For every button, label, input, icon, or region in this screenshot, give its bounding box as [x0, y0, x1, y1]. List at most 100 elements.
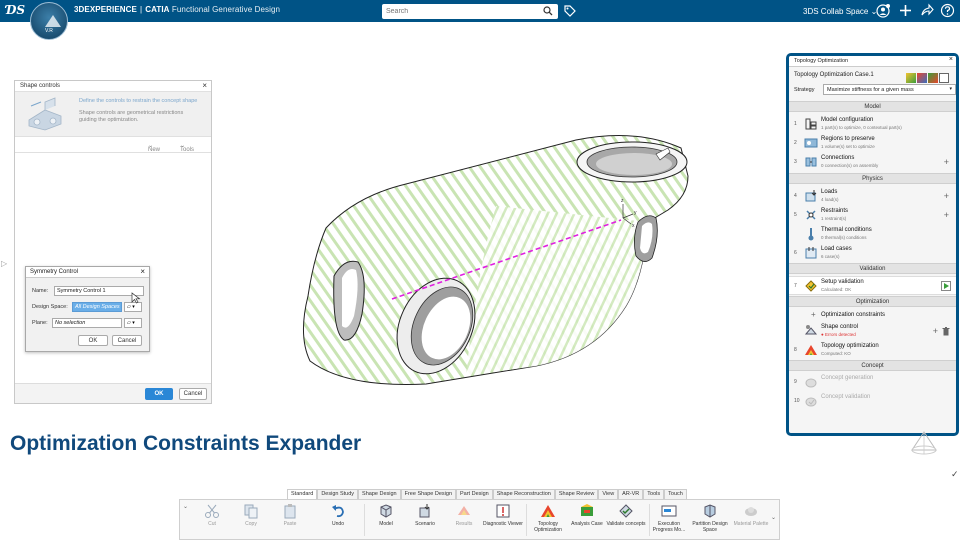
view-compass-icon[interactable]: [908, 428, 940, 460]
copy-button[interactable]: Copy: [231, 503, 271, 539]
add-icon[interactable]: [898, 3, 913, 18]
toolbar-more-icon[interactable]: ⌄: [771, 514, 776, 521]
results-button[interactable]: Results: [444, 503, 484, 539]
topology-optimization-button[interactable]: Topology Optimization: [528, 503, 568, 539]
concept-generation-icon: [805, 378, 817, 388]
tab-shape-reconstruction[interactable]: Shape Reconstruction: [492, 489, 555, 499]
case-action-icon[interactable]: [906, 73, 916, 83]
row-restraints[interactable]: 5 Restraints 1 restraint(s) +: [789, 206, 956, 225]
symmetry-title: Symmetry Control: [30, 269, 79, 275]
collab-space-selector[interactable]: 3DS Collab Space ⌄: [803, 7, 877, 16]
row-loads[interactable]: 4 Loads 4 load(s) +: [789, 187, 956, 206]
close-icon[interactable]: ×: [949, 56, 953, 63]
share-icon[interactable]: [919, 3, 934, 18]
validate-concepts-button[interactable]: Validate concepts: [606, 503, 646, 539]
plane-field[interactable]: No selection: [52, 318, 122, 328]
add-shape-control-icon[interactable]: +: [933, 326, 938, 336]
tools-menu[interactable]: Tools ⌄: [180, 142, 194, 153]
trash-icon[interactable]: [942, 327, 950, 336]
toolbar-tabs: Standard Design Study Shape Design Free Sha…: [287, 489, 687, 499]
scenario-icon: [419, 504, 430, 518]
model-button[interactable]: Model: [366, 503, 406, 539]
tab-tools[interactable]: Tools: [643, 489, 665, 499]
analysis-case-button[interactable]: Analysis Case: [567, 503, 607, 539]
tab-free-shape-design[interactable]: Free Shape Design: [400, 489, 456, 499]
tag-icon[interactable]: [563, 4, 577, 18]
user-icon[interactable]: [876, 3, 891, 18]
row-setup-validation[interactable]: 7 Setup validation Calculated: OK: [789, 276, 956, 295]
row-connections[interactable]: 3 Connections 0 connection(s) on assembl…: [789, 153, 956, 172]
cancel-button[interactable]: Cancel: [179, 388, 207, 400]
action-toolbar: ⌄ Cut Copy Paste Undo Model Scenario Res…: [179, 499, 780, 540]
material-palette-button[interactable]: Material Palette: [731, 503, 771, 539]
row-shape-control[interactable]: Shape control ● Errors detected +: [789, 322, 956, 341]
search-input[interactable]: [386, 5, 536, 18]
brand-name: 3DEXPERIENCE: [74, 5, 137, 14]
expand-left-icon[interactable]: ▷: [1, 259, 7, 268]
plane-selector[interactable]: ▱ ▾: [124, 318, 142, 328]
tab-part-design[interactable]: Part Design: [456, 489, 493, 499]
tab-ar-vr[interactable]: AR-VR: [618, 489, 644, 499]
add-connection-icon[interactable]: +: [944, 157, 949, 167]
symmetry-ok-button[interactable]: OK: [78, 335, 108, 346]
top-bar: ƊS 3DEXPERIENCE | CATIA Functional Generat…: [0, 0, 960, 22]
bracket-model-3d[interactable]: z y x: [296, 126, 700, 388]
search-icon[interactable]: [543, 6, 553, 16]
tab-touch[interactable]: Touch: [664, 489, 687, 499]
compass-icon[interactable]: V.R: [30, 2, 68, 40]
cut-button[interactable]: Cut: [192, 503, 232, 539]
design-space-field[interactable]: All Design Spaces: [72, 302, 122, 312]
plane-label: Plane:: [32, 320, 48, 326]
shape-controls-intro: Define the controls to restrain the conc…: [15, 92, 211, 137]
execution-progress-button[interactable]: Execution Progress Mo...: [649, 503, 689, 539]
partition-design-space-button[interactable]: Partition Design Space: [690, 503, 730, 539]
add-restraint-icon[interactable]: +: [944, 210, 949, 220]
row-topology-optimization[interactable]: 8 Topology optimization Computed: KO: [789, 341, 956, 360]
row-concept-validation[interactable]: 10 Concept validation: [789, 392, 956, 411]
shape-controls-footer: OK Cancel: [15, 383, 211, 403]
tab-shape-design[interactable]: Shape Design: [358, 489, 401, 499]
row-regions-to-preserve[interactable]: 2 Regions to preserve 1 volume(s) set to…: [789, 134, 956, 153]
strategy-select[interactable]: Maximize stiffness for a given mass ▾: [823, 84, 956, 95]
toolbar-collapse-icon[interactable]: ⌄: [183, 503, 188, 510]
loads-icon: [805, 190, 817, 202]
expand-plus-icon[interactable]: +: [811, 310, 816, 319]
tab-view[interactable]: View: [598, 489, 619, 499]
topology-tab[interactable]: Topology Optimization ×: [789, 56, 956, 67]
case-action-icon[interactable]: [917, 73, 927, 83]
help-icon[interactable]: [940, 3, 955, 18]
row-concept-generation[interactable]: 9 Concept generation: [789, 373, 956, 392]
setup-validation-icon: [805, 280, 817, 292]
close-icon[interactable]: ×: [202, 81, 207, 90]
close-icon[interactable]: ×: [140, 267, 145, 276]
module-name: Functional Generative Design: [171, 5, 281, 14]
app-name: CATIA: [145, 5, 170, 14]
row-load-cases[interactable]: 6 Load cases 6 case(s): [789, 244, 956, 263]
scenario-button[interactable]: Scenario: [405, 503, 445, 539]
undo-button[interactable]: Undo: [318, 503, 358, 539]
case-menu-icon[interactable]: [939, 73, 949, 83]
row-optimization-constraints[interactable]: + Optimization constraints: [789, 309, 956, 322]
undo-icon: [332, 505, 344, 518]
scissors-icon: [205, 504, 219, 518]
ds-logo-icon[interactable]: ƊS: [6, 3, 26, 19]
row-thermal-conditions[interactable]: Thermal conditions 0 thermal(s) conditio…: [789, 225, 956, 244]
search-box[interactable]: [382, 4, 558, 19]
load-cases-icon: [805, 247, 817, 259]
add-load-icon[interactable]: +: [944, 191, 949, 201]
paste-button[interactable]: Paste: [270, 503, 310, 539]
validate-icon: [619, 504, 633, 518]
collab-space-label: 3DS Collab Space: [803, 7, 869, 16]
row-model-configuration[interactable]: 1 Model configuration 1 part(s) to optim…: [789, 115, 956, 134]
symmetry-cancel-button[interactable]: Cancel: [112, 335, 142, 346]
case-action-icon[interactable]: [928, 73, 938, 83]
run-validation-icon[interactable]: [941, 281, 951, 291]
new-menu[interactable]: New ⌄: [148, 142, 160, 153]
strategy-label: Strategy: [794, 87, 815, 93]
tab-design-study[interactable]: Design Study: [317, 489, 359, 499]
diagnostic-viewer-button[interactable]: Diagnostic Viewer: [483, 503, 523, 539]
tab-standard[interactable]: Standard: [287, 489, 318, 499]
tab-shape-review[interactable]: Shape Review: [554, 489, 599, 499]
model-icon: [380, 504, 392, 518]
ok-button[interactable]: OK: [145, 388, 173, 400]
